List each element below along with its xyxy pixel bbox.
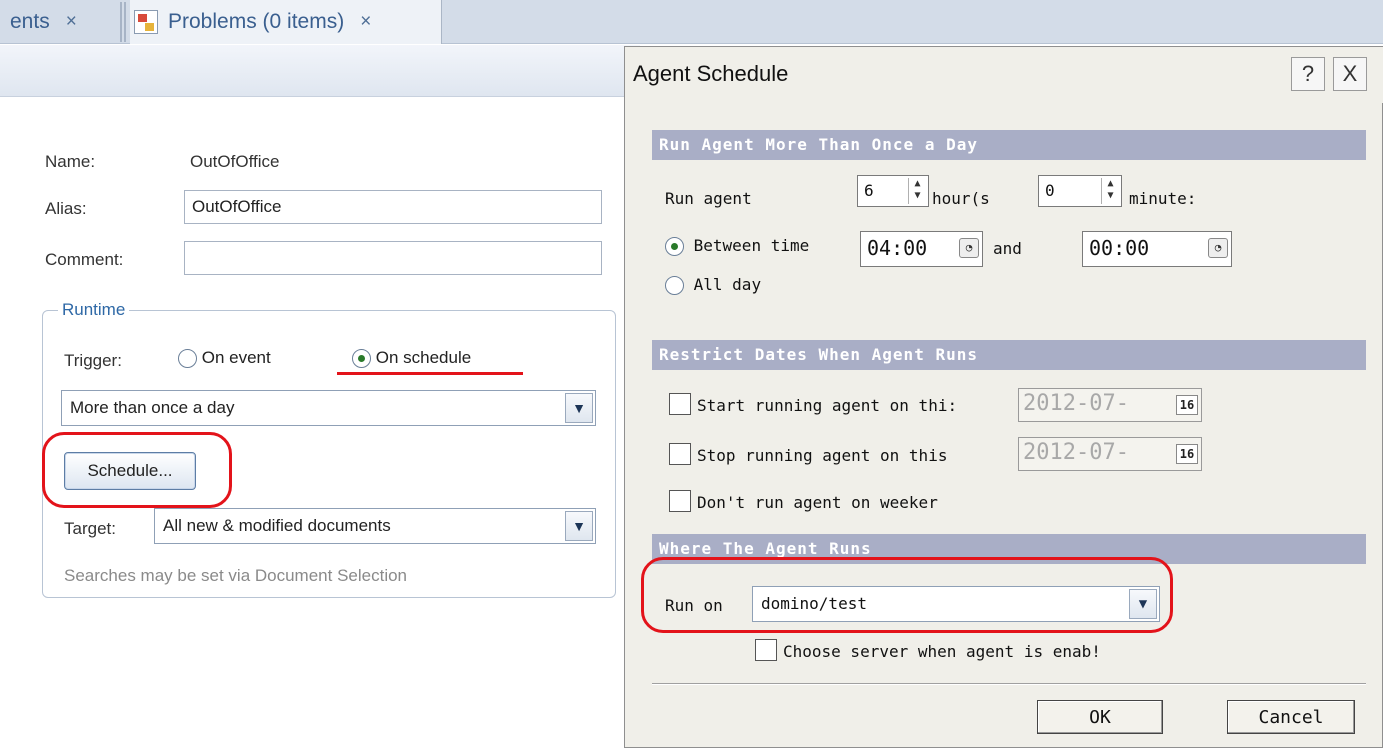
calendar-icon: 16 [1176, 444, 1198, 464]
clock-icon[interactable]: ◔ [1208, 238, 1228, 258]
alias-input[interactable]: OutOfOffice [184, 190, 602, 224]
spin-arrows-icon[interactable]: ▲ ▼ [1101, 178, 1119, 204]
trigger-on-event-label: On event [201, 348, 271, 367]
trigger-on-schedule-label: On schedule [375, 348, 472, 367]
choose-server-label: Choose server when agent is enab! [783, 642, 1101, 661]
calendar-icon: 16 [1176, 395, 1198, 415]
stop-date-value: 2012-07- [1023, 440, 1129, 465]
target-select[interactable]: All new & modified documents ▼ [154, 508, 596, 544]
run-agent-label: Run agent [665, 189, 752, 208]
weekend-label: Don't run agent on weeker [697, 493, 938, 512]
stop-date-field: 2012-07- 16 [1018, 437, 1202, 471]
between-time-radio[interactable]: Between time [665, 236, 809, 256]
target-label: Target: [64, 519, 116, 538]
weekend-checkbox[interactable] [669, 490, 691, 512]
between-start-time[interactable]: 04:00 ◔ [860, 231, 983, 267]
toolbar-strip [0, 45, 640, 97]
cancel-button[interactable]: Cancel [1227, 700, 1355, 734]
dialog-titlebar: Agent Schedule ? X [625, 47, 1383, 103]
section-run-more-than-once: Run Agent More Than Once a Day [652, 130, 1366, 160]
dialog-separator [652, 683, 1366, 685]
alias-label: Alias: [45, 199, 87, 218]
trigger-on-event-radio[interactable]: On event [178, 348, 271, 369]
annotation-underline [337, 372, 523, 375]
tab-events-label: ents [10, 10, 50, 33]
start-date-field: 2012-07- 16 [1018, 388, 1202, 422]
annotation-ellipse-schedule [42, 432, 232, 508]
editor-tab-bar: ents × Problems (0 items) × [0, 0, 1383, 44]
chevron-down-icon: ▼ [565, 393, 593, 423]
radio-off-icon [665, 276, 684, 295]
agent-schedule-dialog: Agent Schedule ? X Run Agent More Than O… [624, 46, 1383, 748]
minutes-stepper[interactable]: 0 ▲ ▼ [1038, 175, 1122, 207]
name-value: OutOfOffice [190, 152, 280, 171]
tab-problems-label: Problems (0 items) [168, 10, 345, 33]
between-start-value: 04:00 [867, 236, 928, 260]
start-date-checkbox[interactable] [669, 393, 691, 415]
tab-problems[interactable]: Problems (0 items) × [130, 0, 442, 44]
hours-stepper[interactable]: 6 ▲ ▼ [857, 175, 929, 207]
hours-value: 6 [864, 181, 874, 200]
between-end-value: 00:00 [1089, 236, 1150, 260]
start-date-value: 2012-07- [1023, 391, 1129, 416]
hours-label: hour(s [932, 189, 990, 208]
clock-icon[interactable]: ◔ [959, 238, 979, 258]
name-label: Name: [45, 152, 96, 171]
runtime-legend: Runtime [58, 300, 130, 320]
dialog-title: Agent Schedule [633, 61, 789, 86]
stop-date-checkbox[interactable] [669, 443, 691, 465]
frequency-select[interactable]: More than once a day ▼ [61, 390, 596, 426]
chevron-down-icon: ▼ [565, 511, 593, 541]
annotation-ellipse-run-on [641, 557, 1173, 633]
radio-on-icon [352, 349, 371, 369]
radio-on-icon [665, 237, 684, 256]
problems-icon [134, 10, 158, 34]
ok-button[interactable]: OK [1037, 700, 1163, 734]
and-label: and [993, 239, 1022, 258]
comment-label: Comment: [45, 250, 124, 269]
tab-problems-close-icon[interactable]: × [360, 11, 371, 33]
choose-server-checkbox[interactable] [755, 639, 777, 661]
minutes-label: minute: [1129, 189, 1197, 208]
frequency-value: More than once a day [70, 398, 235, 417]
tab-separator [120, 2, 126, 42]
tab-events-close-icon[interactable]: × [66, 11, 77, 33]
target-value: All new & modified documents [163, 516, 391, 535]
all-day-label: All day [693, 275, 762, 294]
minutes-value: 0 [1045, 181, 1055, 200]
between-end-time[interactable]: 00:00 ◔ [1082, 231, 1232, 267]
trigger-on-schedule-radio[interactable]: On schedule [352, 348, 472, 369]
tab-events[interactable]: ents × [10, 0, 77, 44]
section-restrict-dates: Restrict Dates When Agent Runs [652, 340, 1366, 370]
document-selection-hint: Searches may be set via Document Selecti… [64, 566, 408, 585]
start-date-label: Start running agent on thi: [697, 396, 958, 415]
stop-date-label: Stop running agent on this [697, 446, 948, 465]
radio-off-icon [178, 349, 197, 369]
comment-input[interactable] [184, 241, 602, 275]
trigger-label: Trigger: [64, 351, 122, 370]
all-day-radio[interactable]: All day [665, 275, 761, 295]
between-time-label: Between time [693, 236, 810, 255]
close-button[interactable]: X [1333, 57, 1367, 91]
spin-arrows-icon[interactable]: ▲ ▼ [908, 178, 926, 204]
help-button[interactable]: ? [1291, 57, 1325, 91]
